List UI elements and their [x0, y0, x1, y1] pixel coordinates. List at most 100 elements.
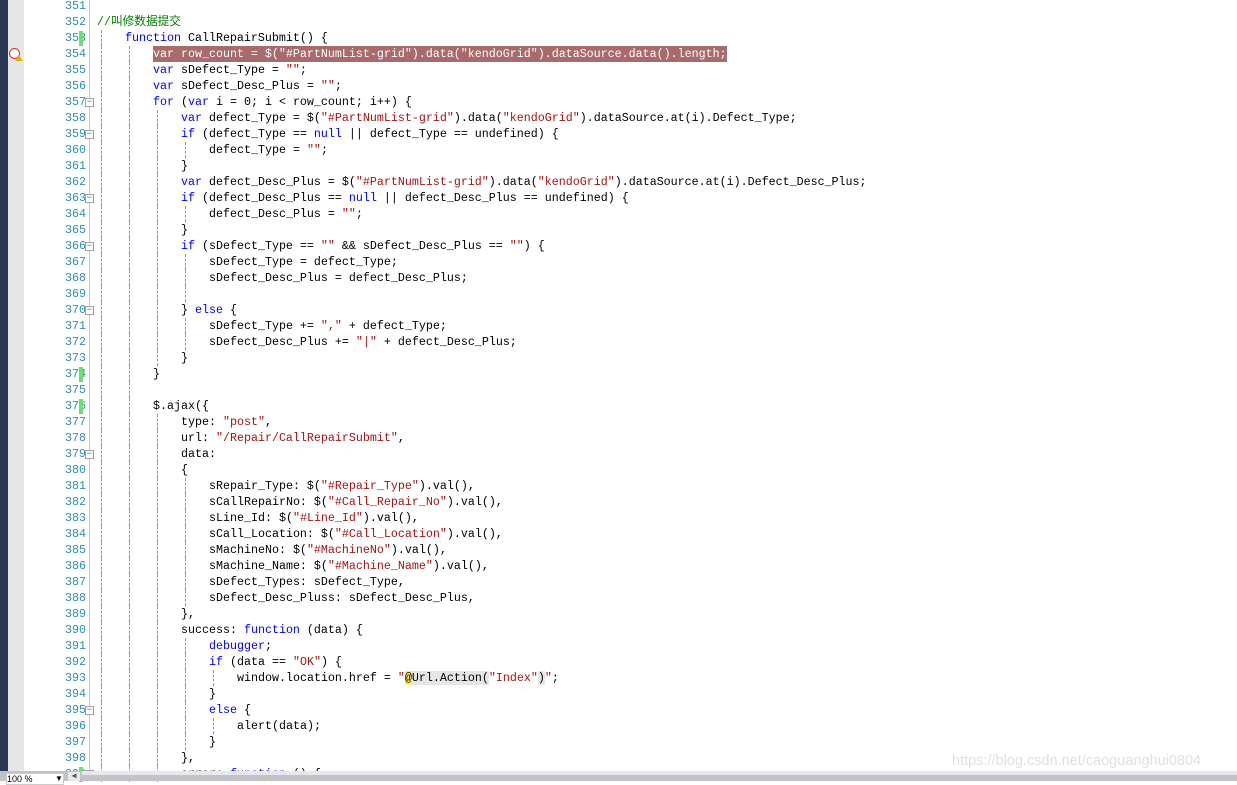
code-line[interactable]: 353 function CallRepairSubmit() {	[0, 30, 1237, 46]
collapse-icon[interactable]: −	[85, 194, 94, 203]
horizontal-scrollbar[interactable]	[82, 771, 1237, 775]
indent-guide	[101, 734, 102, 750]
token-string: "post"	[222, 415, 265, 429]
code-line[interactable]: 356 var sDefect_Desc_Plus = "";	[0, 78, 1237, 94]
code-line[interactable]: 365}	[0, 222, 1237, 238]
line-number: 382	[65, 495, 86, 509]
indent-guide	[129, 270, 130, 286]
line-number: 360	[65, 143, 86, 157]
code-line[interactable]: 394}	[0, 686, 1237, 702]
token-string: ""	[320, 79, 335, 93]
indent-guide	[129, 318, 130, 334]
collapse-icon[interactable]: −	[85, 450, 94, 459]
code-line[interactable]: 389},	[0, 606, 1237, 622]
code-line[interactable]: 352 //叫修数据提交	[0, 14, 1237, 30]
code-line[interactable]: 360 defect_Type = "";	[0, 142, 1237, 158]
code-line[interactable]: 362 var defect_Desc_Plus = $("#PartNumLis…	[0, 174, 1237, 190]
token-text: sDefect_Types: sDefect_Type,	[209, 575, 405, 589]
code-line[interactable]: 391 debugger;	[0, 638, 1237, 654]
line-number: 368	[65, 271, 86, 285]
scroll-left-button[interactable]: ◀	[68, 772, 80, 781]
token-text: (defect_Desc_Plus ==	[195, 191, 349, 205]
code-line[interactable]: 361}	[0, 158, 1237, 174]
code-line[interactable]: 377 type: "post",	[0, 414, 1237, 430]
code-line[interactable]: 364 defect_Desc_Plus = "";	[0, 206, 1237, 222]
code-line[interactable]: 368 sDefect_Desc_Plus = defect_Desc_Plus;	[0, 270, 1237, 286]
token-text: ).val(),	[446, 495, 503, 509]
code-line[interactable]: 369	[0, 286, 1237, 302]
code-line[interactable]: 395− else {	[0, 702, 1237, 718]
line-number: 354	[65, 47, 86, 61]
indent-guide	[101, 94, 102, 110]
collapse-icon[interactable]: −	[85, 242, 94, 251]
code-line[interactable]: 355 var sDefect_Type = "";	[0, 62, 1237, 78]
zoom-dropdown[interactable]: 100 % ▼	[6, 773, 64, 785]
code-line[interactable]: 374}	[0, 366, 1237, 382]
code-line[interactable]: 378 url: "/Repair/CallRepairSubmit",	[0, 430, 1237, 446]
code-text: var sDefect_Desc_Plus = "";	[153, 78, 342, 94]
code-line[interactable]: 397}	[0, 734, 1237, 750]
indent-guide	[157, 638, 158, 654]
indent-guide	[157, 734, 158, 750]
code-line[interactable]: 366− if (sDefect_Type == "" && sDefect_De…	[0, 238, 1237, 254]
code-line[interactable]: 381 sRepair_Type: $("#Repair_Type").val()…	[0, 478, 1237, 494]
code-line[interactable]: 358 var defect_Type = $("#PartNumList-gri…	[0, 110, 1237, 126]
token-string: "/Repair/CallRepairSubmit"	[215, 431, 398, 445]
code-line[interactable]: 376 $.ajax({	[0, 398, 1237, 414]
code-line[interactable]: 386 sMachine_Name: $("#Machine_Name").val…	[0, 558, 1237, 574]
token-string: "kendoGrid"	[502, 111, 580, 125]
collapse-icon[interactable]: −	[85, 306, 94, 315]
token-text: ;	[264, 639, 272, 653]
indent-guide	[157, 654, 158, 670]
code-line[interactable]: 382 sCallRepairNo: $("#Call_Repair_No").v…	[0, 494, 1237, 510]
code-line[interactable]: 357− for (var i = 0; i < row_count; i++) …	[0, 94, 1237, 110]
code-line[interactable]: 387 sDefect_Types: sDefect_Type,	[0, 574, 1237, 590]
code-line[interactable]: 363− if (defect_Desc_Plus == null || defe…	[0, 190, 1237, 206]
code-line[interactable]: 351	[0, 0, 1237, 14]
code-line[interactable]: 370−} else {	[0, 302, 1237, 318]
token-text: }	[181, 303, 195, 317]
indent-guide	[101, 558, 102, 574]
line-number: 351	[65, 0, 86, 13]
indent-guide	[101, 430, 102, 446]
indent-guide	[101, 382, 102, 398]
line-number: 365	[65, 223, 86, 237]
line-number: 387	[65, 575, 86, 589]
code-line[interactable]: 384 sCall_Location: $("#Call_Location").v…	[0, 526, 1237, 542]
token-text: window.location.href =	[237, 671, 398, 685]
collapse-icon[interactable]: −	[85, 130, 94, 139]
indent-guide	[157, 222, 158, 238]
code-line[interactable]: 371 sDefect_Type += "," + defect_Type;	[0, 318, 1237, 334]
collapse-icon[interactable]: −	[85, 98, 94, 107]
token-text: + defect_Desc_Plus;	[376, 335, 517, 349]
indent-guide	[101, 446, 102, 462]
code-line[interactable]: 367 sDefect_Type = defect_Type;	[0, 254, 1237, 270]
code-line[interactable]: 385 sMachineNo: $("#MachineNo").val(),	[0, 542, 1237, 558]
indent-guide	[129, 558, 130, 574]
code-line[interactable]: 375	[0, 382, 1237, 398]
code-line[interactable]: 383 sLine_Id: $("#Line_Id").val(),	[0, 510, 1237, 526]
code-line[interactable]: 354 var row_count = $("#PartNumList-grid"…	[0, 46, 1237, 62]
collapse-icon[interactable]: −	[85, 706, 94, 715]
token-keyword: if	[181, 191, 195, 205]
code-line[interactable]: 393 window.location.href = "@Url.Action("…	[0, 670, 1237, 686]
line-number: 356	[65, 79, 86, 93]
code-line[interactable]: 373}	[0, 350, 1237, 366]
code-line[interactable]: 359− if (defect_Type == null || defect_Ty…	[0, 126, 1237, 142]
line-number: 394	[65, 687, 86, 701]
token-keyword: else	[195, 303, 223, 317]
code-editor[interactable]: 351 352 //叫修数据提交 353 function CallRepairSubm…	[0, 0, 1237, 782]
breakpoint-warning-icon[interactable]	[9, 48, 23, 61]
indent-guide	[185, 286, 186, 302]
token-keyword: function	[125, 31, 181, 45]
code-text: sDefect_Types: sDefect_Type,	[209, 574, 405, 590]
code-line[interactable]: 372 sDefect_Desc_Plus += "|" + defect_Des…	[0, 334, 1237, 350]
code-line[interactable]: 379− data:	[0, 446, 1237, 462]
indent-guide	[157, 318, 158, 334]
code-line[interactable]: 380 {	[0, 462, 1237, 478]
code-line[interactable]: 390 success: function (data) {	[0, 622, 1237, 638]
code-line[interactable]: 396 alert(data);	[0, 718, 1237, 734]
code-line[interactable]: 388 sDefect_Desc_Pluss: sDefect_Desc_Plus…	[0, 590, 1237, 606]
code-line[interactable]: 392 if (data == "OK") {	[0, 654, 1237, 670]
indent-guide	[129, 670, 130, 686]
